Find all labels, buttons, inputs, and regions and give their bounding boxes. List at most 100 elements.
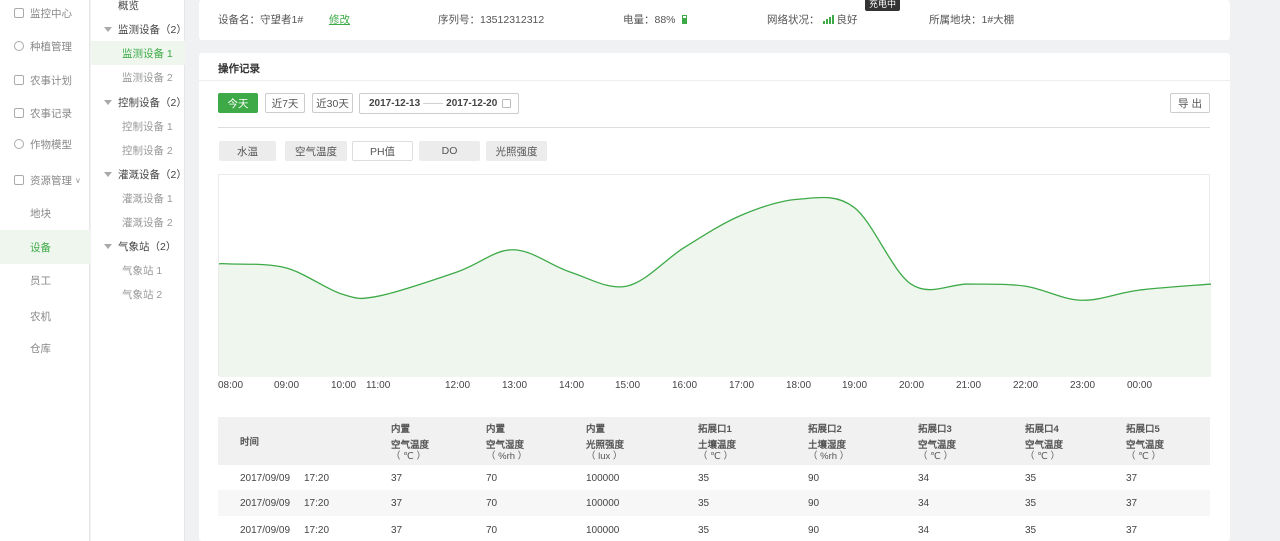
sidebar-item-warehouse[interactable]: 仓库 bbox=[0, 335, 90, 361]
table-row: 2017/09/09 17:20 37 70 100000 35 90 34 35 37 bbox=[218, 465, 1210, 491]
sidebar-item-label: 作物模型 bbox=[30, 138, 72, 151]
table-header-cell: 内置 光照强度（ lux ） bbox=[586, 423, 624, 462]
x-tick-label: 19:00 bbox=[842, 380, 868, 391]
tree-leaf-control-2[interactable]: 控制设备 2 bbox=[91, 140, 185, 160]
x-tick-label: 23:00 bbox=[1070, 380, 1096, 391]
table-header-cell: 拓展口4 空气温度（ ℃ ） bbox=[1025, 423, 1063, 462]
main-sidebar: 监控中心 种植管理 农事计划 农事记录 作物模型 资源管理 ∨ 地块 设备 员工 … bbox=[0, 0, 90, 541]
sidebar-item-planting[interactable]: 种植管理 bbox=[0, 33, 90, 59]
tree-group-label: 气象站（2） bbox=[118, 240, 177, 253]
date-end: 2017-12-20 bbox=[446, 98, 498, 109]
tree-overview[interactable]: 概览 bbox=[91, 0, 185, 15]
tree-group-monitor[interactable]: 监测设备（2） bbox=[91, 19, 187, 39]
tree-leaf-weather-2[interactable]: 气象站 2 bbox=[91, 284, 185, 304]
model-icon bbox=[14, 139, 24, 149]
tree-leaf-label: 控制设备 1 bbox=[122, 120, 173, 133]
tab-light[interactable]: 光照强度 bbox=[486, 141, 547, 161]
x-tick-label: 00:00 bbox=[1127, 380, 1153, 391]
table-cell: 34 bbox=[918, 473, 930, 484]
plant-icon bbox=[14, 41, 24, 51]
filter-divider bbox=[218, 127, 1210, 128]
resource-icon bbox=[14, 175, 24, 185]
sidebar-item-resource[interactable]: 资源管理 ∨ bbox=[0, 167, 90, 193]
date-range-picker[interactable]: 2017-12-13 —— 2017-12-20 bbox=[359, 93, 519, 114]
tab-do[interactable]: DO bbox=[419, 141, 480, 161]
table-header-cell: 拓展口3 空气温度（ ℃ ） bbox=[918, 423, 956, 462]
tree-leaf-label: 监测设备 1 bbox=[122, 47, 173, 60]
tree-leaf-irrigation-1[interactable]: 灌溉设备 1 bbox=[91, 188, 185, 208]
tree-group-weather[interactable]: 气象站（2） bbox=[91, 236, 185, 256]
sidebar-item-machinery[interactable]: 农机 bbox=[0, 303, 90, 329]
charging-tooltip: 充电中 bbox=[865, 0, 901, 11]
date-start: 2017-12-13 bbox=[369, 98, 421, 109]
table-cell: 35 bbox=[698, 473, 710, 484]
battery-icon bbox=[681, 15, 687, 24]
tree-leaf-monitor-1[interactable]: 监测设备 1 bbox=[91, 41, 185, 65]
x-tick-label: 16:00 bbox=[672, 380, 698, 391]
sidebar-item-staff[interactable]: 员工 bbox=[0, 267, 90, 293]
table-cell: 35 bbox=[1025, 473, 1037, 484]
table-header-cell: 拓展口5 空气温度（ ℃ ） bbox=[1126, 423, 1164, 462]
sidebar-item-plot[interactable]: 地块 bbox=[0, 200, 90, 226]
sidebar-item-monitor[interactable]: 监控中心 bbox=[0, 0, 90, 26]
record-icon bbox=[14, 108, 24, 118]
table-header-text: （ ℃ ） bbox=[918, 451, 953, 462]
table-header-text: 拓展口3 bbox=[918, 424, 952, 435]
sidebar-item-device[interactable]: 设备 bbox=[0, 230, 90, 264]
tree-leaf-control-1[interactable]: 控制设备 1 bbox=[91, 116, 185, 136]
tab-ph[interactable]: PH值 bbox=[352, 141, 413, 161]
records-title: 操作记录 bbox=[218, 63, 260, 75]
edit-link-text[interactable]: 修改 bbox=[329, 12, 350, 27]
table-header: 时间 内置 空气温度（ ℃ ） 内置 空气湿度（ %rh ） 内置 光照强度（ lux ）… bbox=[218, 417, 1210, 465]
table-cell-time: 17:20 bbox=[304, 525, 330, 536]
tree-leaf-weather-1[interactable]: 气象站 1 bbox=[91, 260, 185, 280]
tree-group-irrigation[interactable]: 灌溉设备（2） bbox=[91, 164, 187, 184]
chart-area bbox=[219, 197, 1211, 377]
battery-text: 电量：88% bbox=[623, 14, 676, 26]
header-time: 时间 bbox=[240, 437, 260, 448]
edit-device-link[interactable]: 修改 bbox=[329, 12, 350, 27]
table-header-text: 内置 bbox=[586, 424, 606, 435]
table-cell: 37 bbox=[1126, 498, 1138, 509]
sidebar-item-farm-record[interactable]: 农事记录 bbox=[0, 100, 90, 126]
sidebar-item-crop-model[interactable]: 作物模型 bbox=[0, 131, 90, 157]
table-cell: 90 bbox=[808, 498, 820, 509]
table-header-text: （ lux ） bbox=[586, 451, 623, 462]
table-header-text: 拓展口5 bbox=[1126, 424, 1160, 435]
tree-leaf-monitor-2[interactable]: 监测设备 2 bbox=[91, 67, 185, 87]
device-name-text: 设备名：守望者1# bbox=[218, 14, 304, 26]
tab-air-temp[interactable]: 空气温度 bbox=[285, 141, 347, 161]
table-cell: 35 bbox=[698, 498, 710, 509]
table-cell-time: 17:20 bbox=[304, 498, 330, 509]
table-cell: 37 bbox=[391, 525, 403, 536]
export-button[interactable]: 导 出 bbox=[1170, 93, 1210, 113]
tab-water-temp[interactable]: 水温 bbox=[219, 141, 276, 161]
table-cell: 34 bbox=[918, 498, 930, 509]
table-cell-date: 2017/09/09 bbox=[240, 525, 291, 536]
caret-down-icon bbox=[104, 26, 112, 32]
serial-number: 序列号：13512312312 bbox=[438, 12, 544, 27]
table-cell: 90 bbox=[808, 525, 820, 536]
table-header-text: 拓展口2 bbox=[808, 424, 842, 435]
calendar-icon bbox=[502, 99, 511, 108]
last-30-days-button[interactable]: 近30天 bbox=[312, 93, 353, 113]
caret-down-icon bbox=[104, 171, 112, 177]
today-button[interactable]: 今天 bbox=[218, 93, 258, 113]
tree-group-control[interactable]: 控制设备（2） bbox=[91, 92, 187, 112]
tree-leaf-label: 灌溉设备 2 bbox=[122, 216, 173, 229]
sidebar-item-label: 农机 bbox=[30, 310, 51, 323]
tree-overview-label: 概览 bbox=[118, 0, 139, 12]
table-cell: 70 bbox=[486, 498, 498, 509]
tree-group-label: 控制设备（2） bbox=[118, 96, 187, 109]
sidebar-item-farm-plan[interactable]: 农事计划 bbox=[0, 67, 90, 93]
table-header-text: （ ℃ ） bbox=[1025, 451, 1060, 462]
table-header-cell: 拓展口2 土壤湿度（ %rh ） bbox=[808, 423, 849, 462]
network-value: 良好 bbox=[836, 14, 858, 26]
sidebar-item-label: 种植管理 bbox=[30, 40, 72, 53]
sidebar-item-label: 设备 bbox=[30, 241, 51, 254]
table-cell: 100000 bbox=[586, 498, 620, 509]
x-tick-label: 09:00 bbox=[274, 380, 300, 391]
last-7-days-button[interactable]: 近7天 bbox=[265, 93, 305, 113]
tree-leaf-irrigation-2[interactable]: 灌溉设备 2 bbox=[91, 212, 185, 232]
device-info-card: 设备名：守望者1# 修改 序列号：13512312312 充电中 电量：88% … bbox=[199, 0, 1230, 40]
